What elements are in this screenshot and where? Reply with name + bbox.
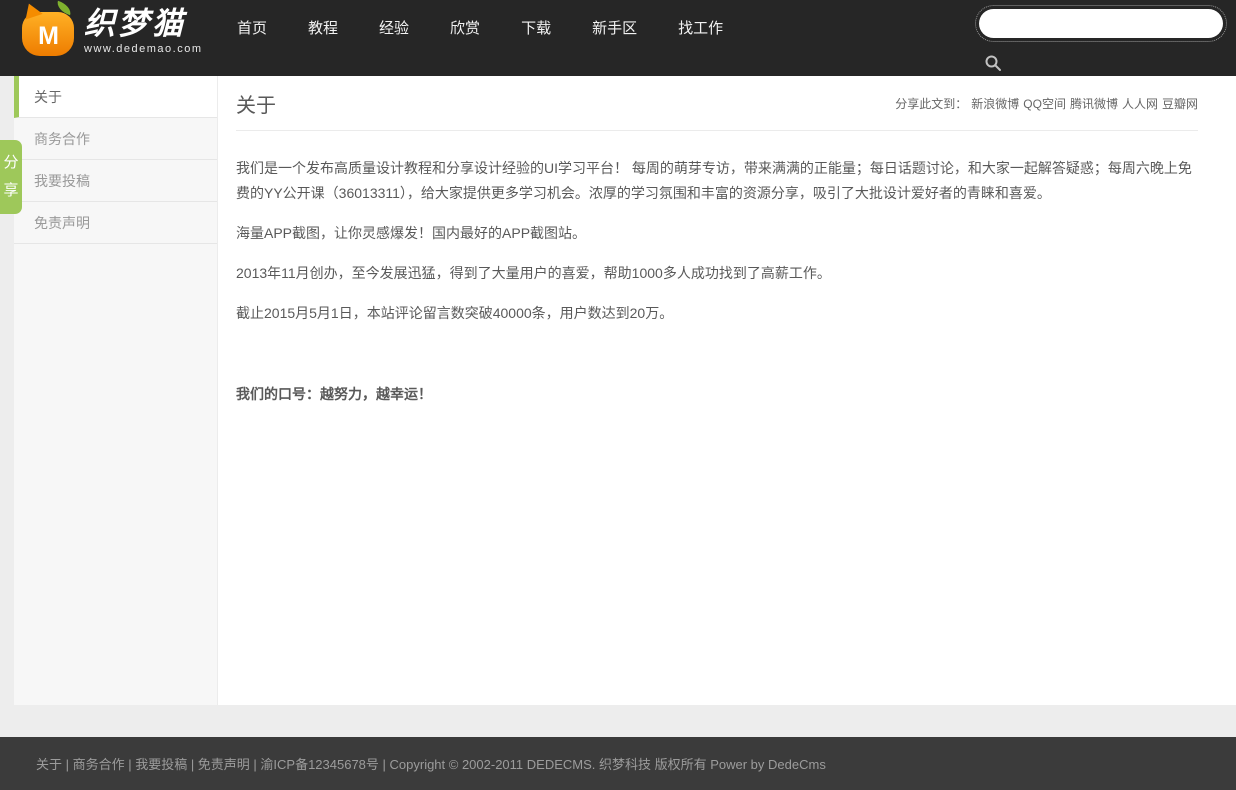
nav-item[interactable]: 找工作	[678, 17, 723, 38]
share-side-tab[interactable]: 分享	[0, 140, 22, 214]
search-input[interactable]	[975, 5, 1227, 42]
title-row: 关于 分享此文到： 新浪微博 QQ空间 腾讯微博 人人网 豆瓣网	[236, 76, 1198, 131]
nav-item[interactable]: 新手区	[592, 17, 637, 38]
page-body: 关于 商务合作 我要投稿 免责声明 关于 分享此文到： 新浪微博 QQ空间 腾讯微博人…	[0, 76, 1236, 705]
leaf-icon	[54, 0, 74, 16]
nav-item[interactable]: 经验	[379, 17, 409, 38]
logo-letter: M	[38, 22, 59, 50]
share-link[interactable]: QQ空间	[1023, 97, 1066, 111]
main-nav: 首页 教程 经验 欣赏 下载 新手区 找工作	[237, 17, 764, 38]
article-paragraph: 海量APP截图，让你灵感爆发！国内最好的APP截图站。	[236, 225, 587, 241]
brand-name: 织梦猫	[84, 5, 186, 41]
top-navbar: M 织梦猫 www.dedemao.com 首页 教程 经验 欣赏 下载 新手区…	[0, 0, 1236, 76]
share-tab-label: 分享	[3, 154, 19, 199]
nav-item[interactable]: 教程	[308, 17, 338, 38]
page-title: 关于	[236, 95, 276, 117]
search-button[interactable]	[983, 54, 1003, 74]
share-link[interactable]: 人人网	[1122, 97, 1158, 111]
share-link[interactable]: 豆瓣网	[1162, 97, 1198, 111]
article-paragraphs: 我们是一个发布高质量设计教程和分享设计经验的UI学习平台！ 每周的萌芽专访，带来…	[236, 156, 1198, 326]
article-paragraph: 2013年11月创办，至今发展迅猛，得到了大量用户的喜爱，帮助1000多人成功找…	[236, 265, 831, 281]
search-icon	[985, 55, 1001, 71]
article: 我们是一个发布高质量设计教程和分享设计经验的UI学习平台！ 每周的萌芽专访，带来…	[236, 131, 1198, 407]
share-link[interactable]: 腾讯微博	[1070, 97, 1118, 111]
share-bar-prefix: 分享此文到：	[895, 97, 968, 111]
brand-text: 织梦猫 www.dedemao.com	[84, 5, 203, 56]
sidebar: 关于 商务合作 我要投稿 免责声明	[14, 76, 218, 705]
sidebar-item[interactable]: 关于	[14, 76, 217, 118]
sidebar-item[interactable]: 商务合作	[14, 118, 217, 160]
brand-url: www.dedemao.com	[84, 43, 203, 56]
cat-logo-icon: M	[22, 0, 74, 56]
sidebar-item[interactable]: 我要投稿	[14, 160, 217, 202]
main-content: 关于 分享此文到： 新浪微博 QQ空间 腾讯微博 人人网 豆瓣网 我们是一个发布高质量设计…	[218, 76, 1236, 705]
nav-item[interactable]: 欣赏	[450, 17, 480, 38]
share-bar: 分享此文到： 新浪微博 QQ空间 腾讯微博 人人网 豆瓣网	[895, 95, 1198, 112]
site-logo[interactable]: M 织梦猫 www.dedemao.com	[22, 0, 203, 56]
nav-item[interactable]: 下载	[521, 17, 551, 38]
footer: 关于 | 商务合作 | 我要投稿 | 免责声明 | 渝ICP备12345678号…	[0, 737, 1236, 790]
slogan-text: 我们的口号：越努力，越幸运！	[236, 386, 432, 402]
sidebar-item[interactable]: 免责声明	[14, 202, 217, 244]
article-paragraph: 我们是一个发布高质量设计教程和分享设计经验的UI学习平台！ 每周的萌芽专访，带来…	[236, 160, 1192, 201]
footer-text: 关于 | 商务合作 | 我要投稿 | 免责声明 | 渝ICP备12345678号…	[36, 757, 826, 772]
share-link[interactable]: 新浪微博	[971, 97, 1019, 111]
share-links: 新浪微博 QQ空间 腾讯微博 人人网 豆瓣网	[967, 97, 1198, 111]
nav-item[interactable]: 首页	[237, 17, 267, 38]
article-paragraph: 截止2015月5月1日，本站评论留言数突破40000条，用户数达到20万。	[236, 305, 674, 321]
